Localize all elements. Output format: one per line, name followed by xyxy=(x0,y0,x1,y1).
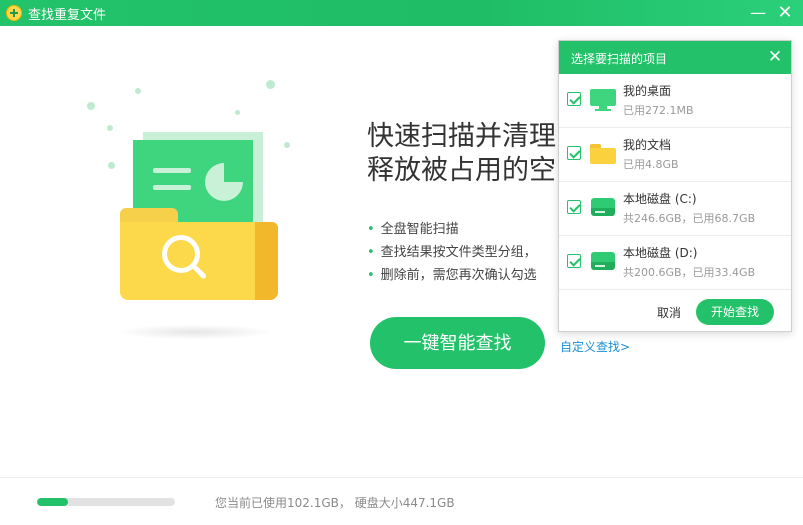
decor-dot xyxy=(107,125,113,131)
feature-item: 查找结果按文件类型分组， xyxy=(367,241,557,264)
feature-item: 全盘智能扫描 xyxy=(367,218,557,241)
popup-header: 选择要扫描的项目 ✕ xyxy=(559,41,791,74)
scan-item-detail: 共200.6GB，已用33.4GB xyxy=(623,266,756,279)
scan-item-disk-c[interactable]: 本地磁盘 (C:) 共246.6GB，已用68.7GB xyxy=(559,182,791,236)
document-line xyxy=(153,168,191,173)
custom-search-link[interactable]: 自定义查找> xyxy=(560,338,630,355)
popup-title: 选择要扫描的项目 xyxy=(571,52,668,66)
illustration-shadow xyxy=(120,325,270,339)
scan-item-name: 本地磁盘 (C:) xyxy=(623,192,697,206)
window-title: 查找重复文件 xyxy=(28,8,107,23)
scan-item-detail: 已用272.1MB xyxy=(623,104,694,117)
folder-side-shape xyxy=(255,222,278,300)
scan-item-name: 本地磁盘 (D:) xyxy=(623,246,698,260)
disk-usage-text: 您当前已使用102.1GB， 硬盘大小447.1GB xyxy=(215,496,455,510)
plus-badge-icon xyxy=(6,5,22,21)
scan-item-detail: 共246.6GB，已用68.7GB xyxy=(623,212,756,225)
scan-item-name: 我的文档 xyxy=(623,138,672,152)
checkbox[interactable] xyxy=(567,254,581,268)
headline-line-2: 释放被占用的空间 xyxy=(367,155,557,186)
checkbox[interactable] xyxy=(567,200,581,214)
decor-dot xyxy=(135,88,141,94)
scan-item-desktop[interactable]: 我的桌面 已用272.1MB xyxy=(559,74,791,128)
window-close-button[interactable]: ✕ xyxy=(772,0,798,26)
decor-dot xyxy=(108,162,115,169)
disk-usage-fill xyxy=(37,498,69,506)
folder-icon xyxy=(590,141,616,165)
scan-item-disk-d[interactable]: 本地磁盘 (D:) 共200.6GB，已用33.4GB xyxy=(559,236,791,290)
scan-items-popup: 选择要扫描的项目 ✕ 我的桌面 已用272.1MB 我的文档 已用4.8GB 本… xyxy=(558,40,792,332)
decor-dot xyxy=(87,102,95,110)
smart-search-button[interactable]: 一键智能查找 xyxy=(370,317,545,369)
monitor-icon xyxy=(590,87,616,111)
disk-icon xyxy=(590,195,616,219)
start-search-button[interactable]: 开始查找 xyxy=(696,299,774,325)
checkbox[interactable] xyxy=(567,146,581,160)
pie-chart-icon xyxy=(205,163,243,201)
duplicate-files-illustration xyxy=(80,80,310,340)
headline: 快速扫描并清理重复文件 释放被占用的空间 xyxy=(367,120,557,188)
title-bar: 查找重复文件 — ✕ xyxy=(0,0,803,26)
document-line xyxy=(153,185,191,190)
decor-dot xyxy=(284,142,290,148)
scan-item-detail: 已用4.8GB xyxy=(623,158,679,171)
popup-close-button[interactable]: ✕ xyxy=(763,45,787,69)
scan-item-name: 我的桌面 xyxy=(623,84,672,98)
cancel-button[interactable]: 取消 xyxy=(657,304,681,321)
status-divider xyxy=(0,477,803,478)
feature-list: 全盘智能扫描 查找结果按文件类型分组， 删除前，需您再次确认勾选 xyxy=(367,218,557,287)
headline-line-1: 快速扫描并清理重复文件 xyxy=(367,121,557,152)
checkbox[interactable] xyxy=(567,92,581,106)
decor-dot xyxy=(235,110,240,115)
minimize-button[interactable]: — xyxy=(745,0,771,26)
disk-usage-bar xyxy=(37,498,175,506)
decor-dot xyxy=(266,80,275,89)
disk-icon xyxy=(590,249,616,273)
feature-item: 删除前，需您再次确认勾选 xyxy=(367,264,557,287)
scan-item-documents[interactable]: 我的文档 已用4.8GB xyxy=(559,128,791,182)
